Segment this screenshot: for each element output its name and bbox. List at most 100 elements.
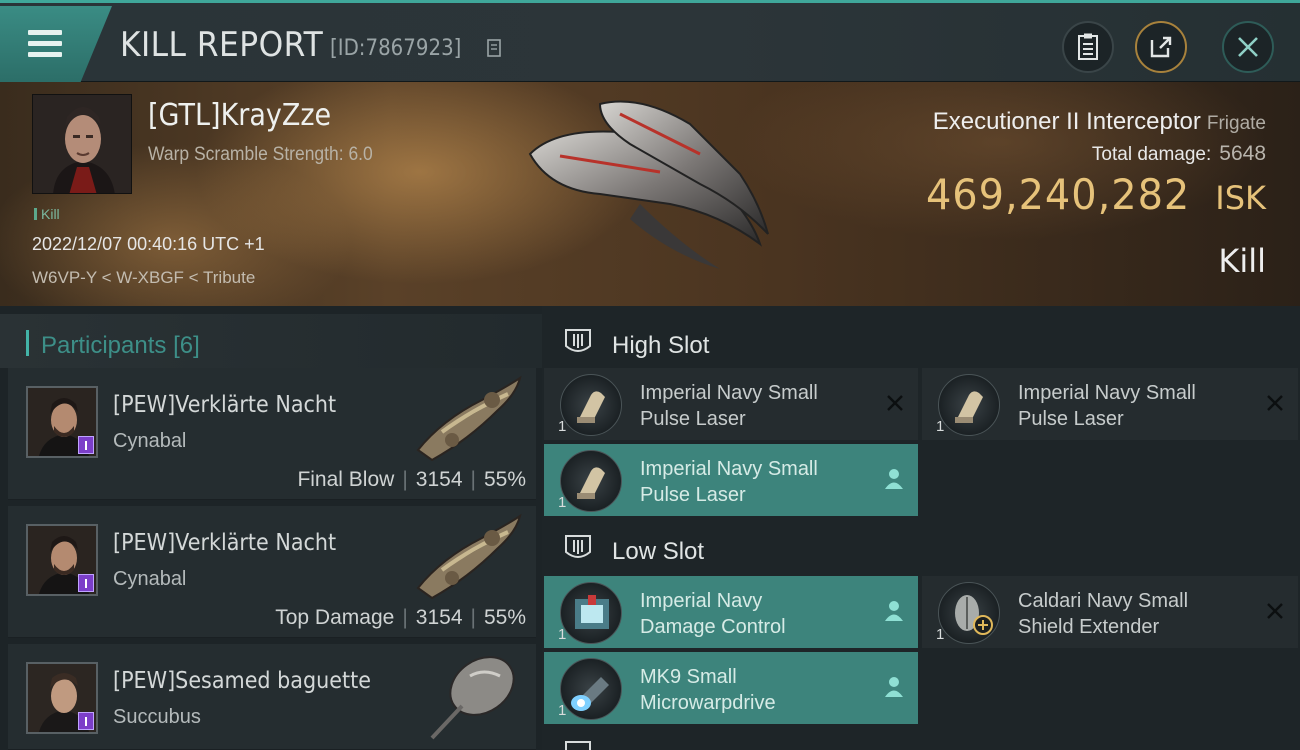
participant-role: Top Damage [275,606,395,629]
separator: | [470,468,476,491]
pulse-laser-icon [938,374,1000,436]
kill-location[interactable]: W6VP-Y < W-XBGF < Tribute [32,268,255,288]
ship-name-text: Executioner II Interceptor [932,108,1201,135]
module-quantity: 1 [558,418,567,435]
participant-row[interactable]: [PEW]Sesamed baguette Succubus [8,644,536,750]
page-title: KILL REPORT [120,25,324,65]
pilot-badge-icon [78,574,94,592]
warp-scramble-strength: Warp Scramble Strength: 6.0 [148,144,373,165]
module-name-line2: Pulse Laser [640,408,746,430]
module-name: Imperial Navy Damage Control [640,588,880,640]
participant-ship: Succubus [113,706,201,728]
separator: | [402,468,408,491]
mid-slot-icon [565,741,591,750]
module-name: Imperial Navy Small Pulse Laser [640,380,880,432]
module-item[interactable]: 1 Imperial Navy Small Pulse Laser [544,444,918,516]
module-name-line1: Imperial Navy Small [1018,382,1196,404]
participants-header: Participants [6] [0,314,542,368]
pulse-laser-icon [560,374,622,436]
person-icon [885,469,903,489]
mid-slot-header [542,730,1300,750]
close-button[interactable] [1222,21,1274,73]
low-slot-header: Low Slot [542,520,1300,576]
participant-name[interactable]: [PEW]Verklärte Nacht [113,392,336,418]
victim-summary: [GTL]KrayZze Warp Scramble Strength: 6.0… [0,82,1300,306]
high-slot-header: High Slot [542,314,1300,370]
participant-ship: Cynabal [113,568,187,590]
destroyed-icon [1267,395,1283,411]
module-item[interactable]: 1 Imperial Navy Small Pulse Laser [922,368,1298,440]
high-slot-icon [565,329,591,352]
person-icon [885,677,903,697]
module-name: Caldari Navy Small Shield Extender [1018,588,1258,640]
participant-ship-image[interactable] [412,508,524,604]
participant-ship: Cynabal [113,430,187,452]
module-name-line1: Imperial Navy [640,590,763,612]
module-name-line1: Imperial Navy Small [640,382,818,404]
isk-unit: ISK [1215,179,1266,217]
module-name: MK9 Small Microwarpdrive [640,664,880,716]
module-quantity: 1 [558,702,567,719]
low-slot-icon [565,535,591,558]
module-name-line1: Imperial Navy Small [640,458,818,480]
clipboard-icon [1078,33,1098,60]
participants-title: Participants [6] [41,332,200,360]
module-quantity: 1 [936,626,945,643]
participant-avatar[interactable] [26,524,98,596]
victim-name[interactable]: [GTL]KrayZze [148,98,331,133]
participant-ship-image[interactable] [412,370,524,466]
module-name-line2: Damage Control [640,616,786,638]
module-item[interactable]: 1 Imperial Navy Small Pulse Laser [544,368,918,440]
module-item[interactable]: 1 MK9 Small Microwarpdrive [544,652,918,724]
module-name-line2: Microwarpdrive [640,692,776,714]
pulse-laser-icon [560,450,622,512]
share-icon [1150,36,1172,58]
module-name-line1: MK9 Small [640,666,737,688]
participant-damage: 3154 [415,606,463,629]
module-name: Imperial Navy Small Pulse Laser [1018,380,1258,432]
participant-row[interactable]: [PEW]Verklärte Nacht Cynabal Top Damage |… [8,506,536,638]
participant-avatar[interactable] [26,386,98,458]
participant-name[interactable]: [PEW]Verklärte Nacht [113,530,336,556]
participant-role: Final Blow [297,468,395,491]
separator: | [402,606,408,629]
hamburger-icon [28,30,62,58]
kill-tag: Kill [34,206,60,222]
copy-icon[interactable] [487,39,501,57]
menu-button[interactable] [0,6,112,82]
module-name: Imperial Navy Small Pulse Laser [640,456,880,508]
module-name-line1: Caldari Navy Small [1018,590,1189,612]
participants-panel: Participants [6] [PEW]Verklärte Nacht Cy… [0,306,542,750]
pilot-badge-icon [78,436,94,454]
low-slot-label: Low Slot [612,538,705,565]
participant-percent: 55% [483,606,526,629]
victim-ship-image[interactable] [520,94,780,274]
participant-name[interactable]: [PEW]Sesamed baguette [113,668,371,694]
shield-extender-icon [938,582,1000,644]
participant-avatar[interactable] [26,662,98,734]
participant-ship-image[interactable] [412,646,524,742]
clipboard-button[interactable] [1062,21,1114,73]
module-item[interactable]: 1 Caldari Navy Small Shield Extender [922,576,1298,648]
damage-control-icon [560,582,622,644]
victim-ship-name[interactable]: Executioner II Interceptor Frigate [933,108,1266,136]
section-marker [26,330,29,356]
module-name-line2: Shield Extender [1018,616,1160,638]
victim-portrait[interactable] [32,94,132,194]
participants-label: Participants [41,332,167,359]
microwarpdrive-icon [560,658,622,720]
participant-row[interactable]: [PEW]Verklärte Nacht Cynabal Final Blow |… [8,368,536,500]
share-button[interactable] [1135,21,1187,73]
isk-value: 469,240,282 ISK [919,170,1266,219]
fitting-panel: High Slot 1 Imperial Navy Small Pulse La… [542,306,1300,750]
participant-percent: 55% [483,468,526,491]
result-label: Kill [1218,242,1266,280]
participant-stats: Final Blow | 3154 | 55% [297,468,526,492]
module-name-line2: Pulse Laser [640,484,746,506]
high-slot-label: High Slot [612,332,710,359]
module-item[interactable]: 1 Imperial Navy Damage Control [544,576,918,648]
module-quantity: 1 [936,418,945,435]
module-name-line2: Pulse Laser [1018,408,1124,430]
ship-class: Frigate [1206,113,1266,134]
kill-datetime: 2022/12/07 00:40:16 UTC +1 [32,234,265,254]
